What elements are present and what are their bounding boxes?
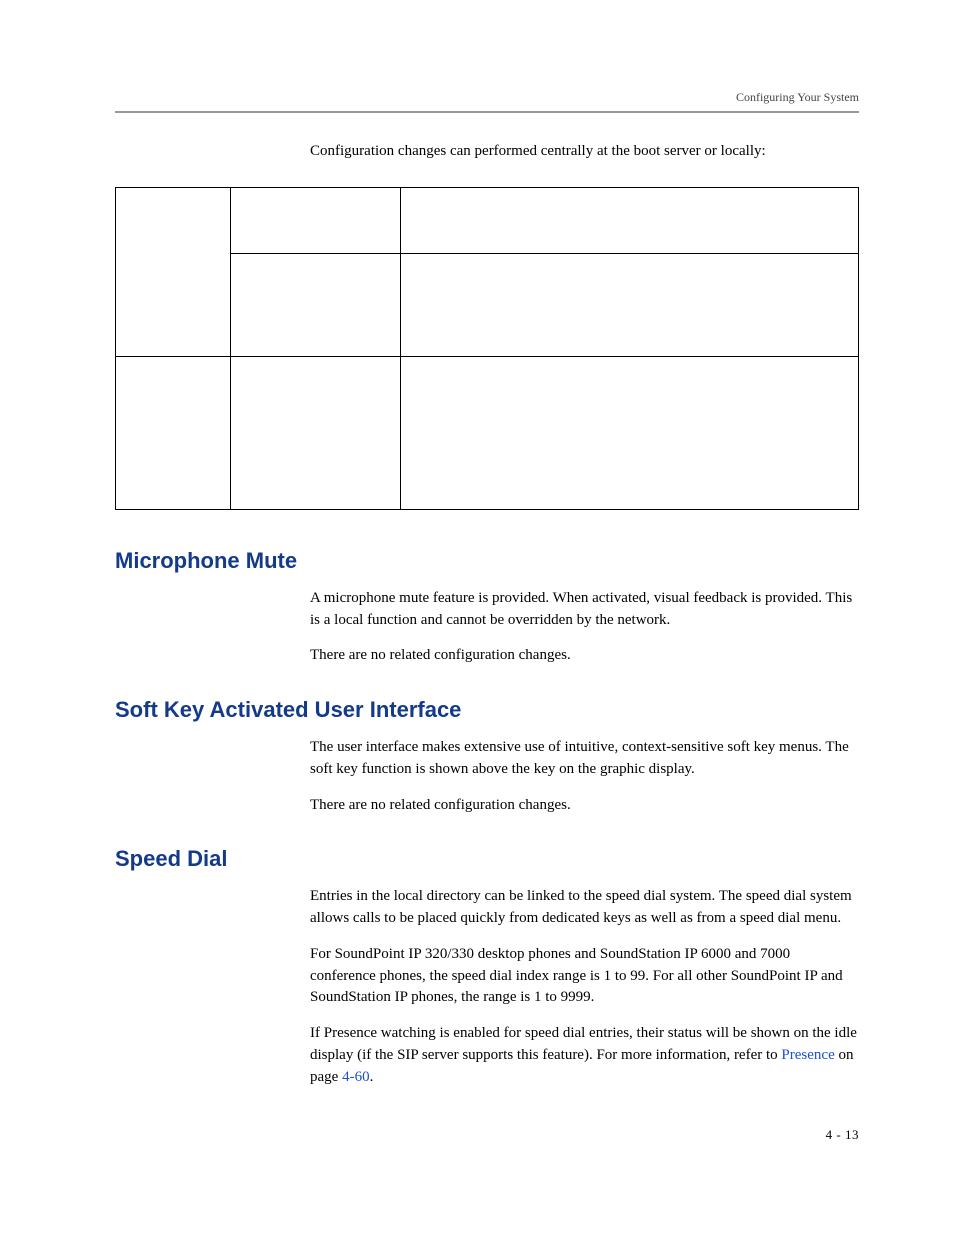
paragraph: If Presence watching is enabled for spee… [310, 1023, 859, 1088]
table-cell [231, 356, 401, 509]
table-cell [401, 187, 859, 253]
section-heading: Speed Dial [115, 846, 859, 872]
running-head: Configuring Your System [115, 90, 859, 105]
section-body: A microphone mute feature is provided. W… [310, 588, 859, 667]
paragraph: Entries in the local directory can be li… [310, 886, 859, 930]
section-body: Entries in the local directory can be li… [310, 886, 859, 1088]
table-row [116, 187, 859, 253]
section-heading: Soft Key Activated User Interface [115, 697, 859, 723]
table-cell [116, 356, 231, 509]
document-page: Configuring Your System Configuration ch… [0, 0, 954, 1235]
paragraph: There are no related configuration chang… [310, 645, 859, 667]
text-run: . [370, 1069, 374, 1085]
xref-link-presence[interactable]: Presence [781, 1047, 834, 1063]
header-rule [115, 111, 859, 113]
table-row [116, 356, 859, 509]
intro-paragraph: Configuration changes can performed cent… [310, 141, 859, 163]
section-speed-dial: Speed Dial Entries in the local director… [115, 846, 859, 1088]
page-number: 4 - 13 [826, 1127, 859, 1143]
paragraph: The user interface makes extensive use o… [310, 737, 859, 781]
table-cell [231, 253, 401, 356]
text-run: If Presence watching is enabled for spee… [310, 1025, 857, 1063]
section-microphone-mute: Microphone Mute A microphone mute featur… [115, 548, 859, 667]
section-body: The user interface makes extensive use o… [310, 737, 859, 816]
table-cell [401, 253, 859, 356]
paragraph: A microphone mute feature is provided. W… [310, 588, 859, 632]
config-table [115, 187, 859, 510]
table-cell [116, 187, 231, 356]
section-soft-key-ui: Soft Key Activated User Interface The us… [115, 697, 859, 816]
xref-link-page[interactable]: 4-60 [342, 1069, 370, 1085]
table-cell [401, 356, 859, 509]
paragraph: For SoundPoint IP 320/330 desktop phones… [310, 944, 859, 1009]
paragraph: There are no related configuration chang… [310, 795, 859, 817]
table-cell [231, 187, 401, 253]
section-heading: Microphone Mute [115, 548, 859, 574]
